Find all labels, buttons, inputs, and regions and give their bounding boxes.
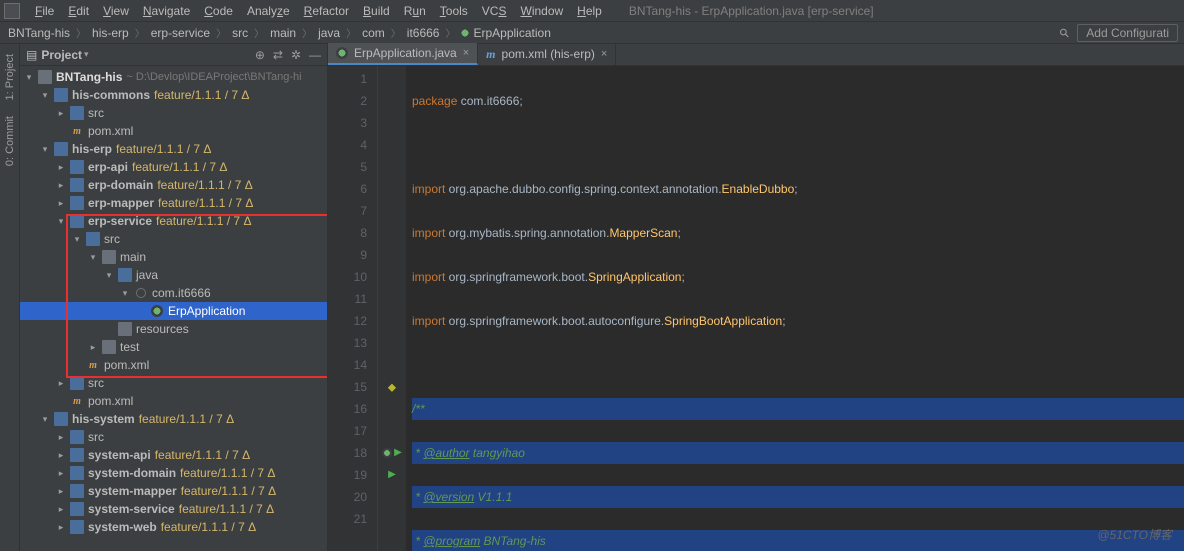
add-configuration-button[interactable]: Add Configurati [1077,24,1178,42]
tree-node-his-erp[interactable]: ▾his-erpfeature/1.1.1 / 7 Δ [20,140,327,158]
editor-area: ErpApplication.java × m pom.xml (his-erp… [328,44,1184,551]
tree-node-com-it6666[interactable]: ▾com.it6666 [20,284,327,302]
left-tool-gutter: 1: Project 0: Commit [0,44,20,551]
window-title: BNTang-his - ErpApplication.java [erp-se… [629,4,874,18]
tree-node-src[interactable]: ▸src [20,104,327,122]
menu-navigate[interactable]: Navigate [136,4,197,18]
project-panel: ▤ Project ▾ ⊕ ⇄ ✲ — ▾BNTang-his~ D:\Devl… [20,44,328,551]
project-title[interactable]: Project [41,48,82,62]
tree-node-system-web[interactable]: ▸system-webfeature/1.1.1 / 7 Δ [20,518,327,536]
gutter-marks: ⬥▶▶ [378,66,406,551]
tree-node-pom-xml[interactable]: mpom.xml [20,392,327,410]
line-numbers: 123456789101112131415161718192021 [328,66,378,551]
hide-icon[interactable]: — [309,48,321,62]
crumb[interactable]: java [316,26,342,40]
project-icon: ▤ [26,48,37,62]
tab-label: pom.xml (his-erp) [502,47,595,61]
menu-file[interactable]: File [28,4,61,18]
crumb-file[interactable]: ErpApplication [471,26,552,40]
tree-node-system-api[interactable]: ▸system-apifeature/1.1.1 / 7 Δ [20,446,327,464]
tree-node-erp-service[interactable]: ▾erp-servicefeature/1.1.1 / 7 Δ [20,212,327,230]
tree-node-src[interactable]: ▸src [20,428,327,446]
tree-node-his-system[interactable]: ▾his-systemfeature/1.1.1 / 7 Δ [20,410,327,428]
crumb[interactable]: src [230,26,250,40]
menu-code[interactable]: Code [197,4,240,18]
menu-run[interactable]: Run [397,4,433,18]
tree-node-pom-xml[interactable]: mpom.xml [20,356,327,374]
tree-node-src[interactable]: ▾src [20,230,327,248]
tab-erpapplication[interactable]: ErpApplication.java × [328,43,478,65]
menu-view[interactable]: View [96,4,136,18]
expand-icon[interactable]: ⇄ [273,48,283,62]
target-icon[interactable]: ⊕ [255,48,265,62]
crumb[interactable]: erp-service [149,26,212,40]
tree-node-erp-api[interactable]: ▸erp-apifeature/1.1.1 / 7 Δ [20,158,327,176]
crumb[interactable]: com [360,26,387,40]
crumb[interactable]: main [268,26,298,40]
tree-node-erp-mapper[interactable]: ▸erp-mapperfeature/1.1.1 / 7 Δ [20,194,327,212]
menu-edit[interactable]: Edit [61,4,96,18]
tab-pom[interactable]: m pom.xml (his-erp) × [478,43,616,65]
close-icon[interactable]: × [601,48,607,60]
breadcrumb: BNTang-his〉 his-erp〉 erp-service〉 src〉 m… [0,22,1184,44]
gear-icon[interactable]: ✲ [291,48,301,62]
menu-analyze[interactable]: Analyze [240,4,297,18]
code-body[interactable]: package com.it6666; import org.apache.du… [406,66,1184,551]
tree-node-system-domain[interactable]: ▸system-domainfeature/1.1.1 / 7 Δ [20,464,327,482]
ide-logo [4,3,20,19]
menu-bar: File Edit View Navigate Code Analyze Ref… [0,0,1184,22]
tree-root[interactable]: ▾BNTang-his~ D:\Devlop\IDEAProject\BNTan… [20,68,327,86]
tool-commit[interactable]: 0: Commit [2,110,18,172]
class-icon [336,47,348,59]
tree-node-erp-domain[interactable]: ▸erp-domainfeature/1.1.1 / 7 Δ [20,176,327,194]
back-icon[interactable]: ⚲ [1060,26,1069,40]
menu-window[interactable]: Window [513,4,570,18]
maven-icon: m [486,47,495,62]
menu-vcs[interactable]: VCS [475,4,514,18]
menu-tools[interactable]: Tools [433,4,475,18]
crumb[interactable]: BNTang-his [6,26,72,40]
crumb[interactable]: his-erp [90,26,131,40]
tree-node-system-service[interactable]: ▸system-servicefeature/1.1.1 / 7 Δ [20,500,327,518]
tree-node-src[interactable]: ▸src [20,374,327,392]
class-icon [459,27,471,39]
tree-node-java[interactable]: ▾java [20,266,327,284]
code-editor[interactable]: 123456789101112131415161718192021 ⬥▶▶ pa… [328,66,1184,551]
tree-node-pom-xml[interactable]: mpom.xml [20,122,327,140]
editor-tabs: ErpApplication.java × m pom.xml (his-erp… [328,44,1184,66]
tree-node-resources[interactable]: resources [20,320,327,338]
close-icon[interactable]: × [463,47,469,59]
tree-node-erpapplication[interactable]: ErpApplication [20,302,327,320]
crumb[interactable]: it6666 [405,26,442,40]
tab-label: ErpApplication.java [354,46,457,60]
tree-node-his-commons[interactable]: ▾his-commonsfeature/1.1.1 / 7 Δ [20,86,327,104]
tree-node-system-mapper[interactable]: ▸system-mapperfeature/1.1.1 / 7 Δ [20,482,327,500]
tool-project[interactable]: 1: Project [2,48,18,106]
project-tree[interactable]: ▾BNTang-his~ D:\Devlop\IDEAProject\BNTan… [20,66,327,551]
menu-refactor[interactable]: Refactor [297,4,356,18]
tree-node-main[interactable]: ▾main [20,248,327,266]
menu-help[interactable]: Help [570,4,609,18]
menu-build[interactable]: Build [356,4,397,18]
project-header: ▤ Project ▾ ⊕ ⇄ ✲ — [20,44,327,66]
tree-node-test[interactable]: ▸test [20,338,327,356]
